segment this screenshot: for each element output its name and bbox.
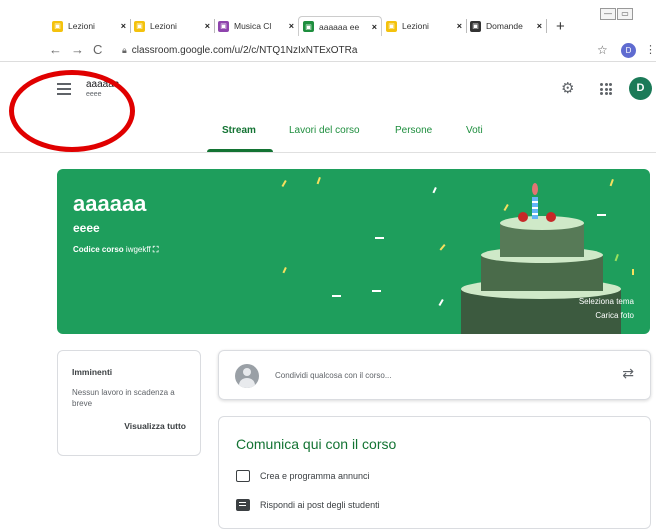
tab-list: ▣ Lezioni × ▣ Lezioni × ▣ Musica Cl × ▣ … (48, 16, 565, 36)
browser-tab-active[interactable]: ▣ aaaaaa ee × (298, 16, 382, 36)
browser-menu-icon[interactable]: ⋮ (645, 43, 656, 56)
close-tab-icon[interactable]: × (457, 21, 462, 31)
classroom-favicon-icon: ▣ (134, 20, 145, 32)
share-placeholder[interactable]: Condividi qualcosa con il corso... (275, 371, 392, 380)
url-field[interactable]: 🔒︎ classroom.google.com/u/2/c/NTQ1NzIxNTE… (122, 45, 357, 56)
banner-class-section: eeee (73, 221, 100, 235)
tab-stream[interactable]: Stream (222, 125, 256, 136)
close-tab-icon[interactable]: × (372, 22, 377, 32)
close-tab-icon[interactable]: × (537, 21, 542, 31)
upcoming-empty-text: Nessun lavoro in scadenza a breve (72, 388, 175, 408)
minimize-icon[interactable]: — (600, 8, 616, 20)
browser-tab[interactable]: ▣ Lezioni × (48, 16, 131, 36)
tab-title: Musica Cl (234, 21, 272, 31)
select-theme-link[interactable]: Seleziona tema (579, 297, 634, 306)
tab-lavori-del-corso[interactable]: Lavori del corso (289, 125, 360, 136)
upcoming-title: Imminenti (72, 367, 113, 377)
browser-tab-strip: ▣ Lezioni × ▣ Lezioni × ▣ Musica Cl × ▣ … (0, 0, 656, 40)
address-bar: ← → C 🔒︎ classroom.google.com/u/2/c/NTQ1N… (0, 40, 656, 62)
communicate-card: Comunica qui con il corso Crea e program… (218, 416, 651, 529)
classroom-favicon-icon: ▣ (303, 21, 314, 32)
tab-title: Lezioni (402, 21, 429, 31)
list-item: Rispondi ai post degli studenti (236, 499, 380, 511)
close-tab-icon[interactable]: × (205, 21, 210, 31)
upcoming-card: Imminenti Nessun lavoro in scadenza a br… (57, 350, 201, 456)
banner-class-title: aaaaaa (73, 191, 147, 216)
browser-tab[interactable]: ▣ Domande × (466, 16, 547, 36)
classroom-favicon-icon: ▣ (386, 20, 397, 32)
reply-icon (236, 499, 250, 511)
fullscreen-icon[interactable]: ⛶ (153, 245, 159, 254)
active-tab-indicator (207, 149, 273, 152)
new-tab-button[interactable]: + (556, 18, 565, 35)
url-text: classroom.google.com/u/2/c/NTQ1NzIxNTExO… (131, 45, 358, 56)
profile-icon[interactable]: D (621, 43, 636, 58)
view-all-link[interactable]: Visualizza tutto (72, 421, 186, 431)
share-box[interactable]: Condividi qualcosa con il corso... ⇄ (218, 350, 651, 400)
settings-gear-icon[interactable]: ⚙ (561, 79, 574, 97)
class-banner: aaaaaa eeee Codice corso iwgekff ⛶ Selez… (57, 169, 650, 334)
forward-arrow-icon[interactable]: → (71, 42, 84, 57)
course-code: Codice corso iwgekff ⛶ (73, 245, 159, 255)
class-section: eeee (86, 91, 102, 98)
music-favicon-icon: ▣ (218, 20, 229, 32)
repost-icon[interactable]: ⇄ (622, 365, 634, 382)
doc-favicon-icon: ▣ (470, 20, 481, 32)
class-name[interactable]: aaaaaa (86, 79, 119, 90)
browser-tab[interactable]: ▣ Musica Cl × (214, 16, 299, 36)
window-controls: — ▭ (600, 8, 633, 20)
tab-persone[interactable]: Persone (395, 125, 432, 136)
maximize-icon[interactable]: ▭ (617, 8, 633, 20)
account-avatar[interactable]: D (629, 77, 652, 100)
reload-icon[interactable]: C (93, 42, 102, 57)
browser-tab[interactable]: ▣ Lezioni × (382, 16, 467, 36)
tab-title: Lezioni (68, 21, 95, 31)
upload-photo-link[interactable]: Carica foto (595, 311, 634, 320)
tab-title: Domande (486, 21, 523, 31)
list-item: Crea e programma annunci (236, 470, 370, 482)
user-avatar-icon (235, 364, 259, 388)
back-arrow-icon[interactable]: ← (49, 42, 62, 57)
course-code-value: iwgekff (125, 245, 151, 254)
close-tab-icon[interactable]: × (121, 21, 126, 31)
main-menu-icon[interactable] (57, 83, 71, 98)
communicate-title: Comunica qui con il corso (236, 436, 397, 452)
list-item-label: Rispondi ai post degli studenti (260, 500, 380, 510)
classroom-favicon-icon: ▣ (52, 20, 63, 32)
tab-title: Lezioni (150, 21, 177, 31)
lock-icon: 🔒︎ (122, 45, 127, 55)
bookmark-star-icon[interactable]: ☆ (597, 43, 608, 57)
close-tab-icon[interactable]: × (289, 21, 294, 31)
tab-title: aaaaaa ee (319, 21, 360, 32)
classroom-header: aaaaaa eeee ⚙ D Stream Lavori del corso … (0, 63, 656, 153)
tab-voti[interactable]: Voti (466, 125, 483, 136)
google-apps-icon[interactable] (600, 83, 612, 95)
list-item-label: Crea e programma annunci (260, 471, 370, 481)
browser-tab[interactable]: ▣ Lezioni × (130, 16, 215, 36)
course-code-label: Codice corso (73, 245, 124, 254)
announcement-icon (236, 470, 250, 482)
